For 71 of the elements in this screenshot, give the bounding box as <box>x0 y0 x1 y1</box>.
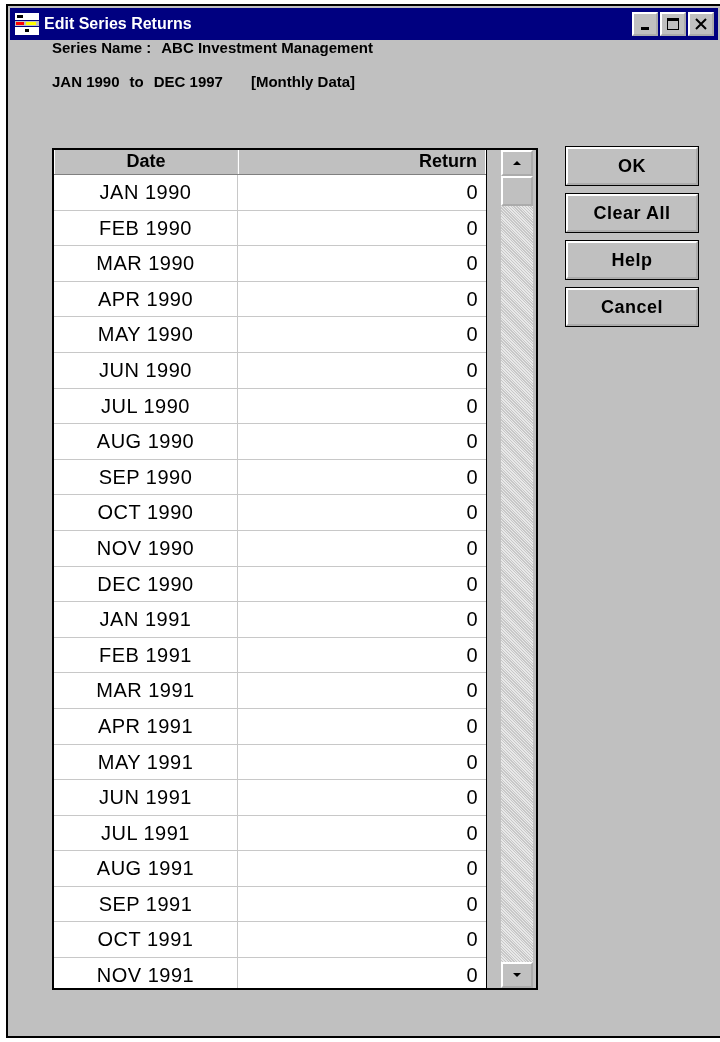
date-cell: APR 1991 <box>54 708 238 744</box>
return-cell[interactable]: 0 <box>238 637 486 673</box>
return-cell[interactable]: 0 <box>238 744 486 780</box>
dialog-button[interactable]: OK <box>566 147 698 185</box>
date-cell: OCT 1991 <box>54 922 238 958</box>
column-header[interactable]: Date <box>54 150 238 174</box>
date-cell: MAY 1990 <box>54 317 238 352</box>
scroll-thumb[interactable] <box>501 176 533 206</box>
return-cell[interactable]: 0 <box>238 388 486 424</box>
date-cell: APR 1990 <box>54 281 238 317</box>
date-cell: JUN 1990 <box>54 352 238 388</box>
return-cell[interactable]: 0 <box>238 708 486 744</box>
return-cell[interactable]: 0 <box>238 424 486 459</box>
return-cell[interactable]: 0 <box>238 175 486 210</box>
maximize-icon <box>666 17 680 31</box>
up-arrow-icon <box>511 159 523 167</box>
date-cell: AUG 1991 <box>54 851 238 886</box>
close-button[interactable] <box>688 12 714 36</box>
date-cell: JAN 1990 <box>54 175 238 210</box>
return-cell[interactable]: 0 <box>238 886 486 922</box>
return-cell[interactable]: 0 <box>238 317 486 352</box>
down-arrow-icon <box>511 971 523 979</box>
return-cell[interactable]: 0 <box>238 958 486 988</box>
scroll-down-button[interactable] <box>501 962 533 988</box>
date-cell: MAY 1991 <box>54 744 238 780</box>
return-cell[interactable]: 0 <box>238 673 486 708</box>
return-cell[interactable]: 0 <box>238 352 486 388</box>
period-end: DEC 1997 <box>153 74 223 90</box>
date-cell: JUL 1990 <box>54 388 238 424</box>
return-cell[interactable]: 0 <box>238 459 486 495</box>
return-cell[interactable]: 0 <box>238 780 486 815</box>
column-header[interactable]: Return <box>238 150 486 174</box>
date-cell: DEC 1990 <box>54 566 238 602</box>
return-cell[interactable]: 0 <box>238 922 486 958</box>
date-cell: OCT 1990 <box>54 495 238 530</box>
dialog-button[interactable]: Help <box>566 241 698 279</box>
date-cell: NOV 1991 <box>54 958 238 988</box>
dialog-button[interactable]: Cancel <box>566 288 698 326</box>
return-cell[interactable]: 0 <box>238 281 486 317</box>
date-cell: SEP 1990 <box>54 459 238 495</box>
return-cell[interactable]: 0 <box>238 210 486 246</box>
date-cell: SEP 1991 <box>54 886 238 922</box>
period-to-label: to <box>129 74 144 90</box>
return-cell[interactable]: 0 <box>238 851 486 886</box>
date-cell: JAN 1991 <box>54 602 238 637</box>
return-cell[interactable]: 0 <box>238 602 486 637</box>
minimize-icon <box>641 26 649 30</box>
app-icon <box>14 12 40 36</box>
data-frequency: [Monthly Data] <box>250 74 356 90</box>
maximize-button[interactable] <box>660 12 686 36</box>
close-icon <box>694 17 708 31</box>
return-cell[interactable]: 0 <box>238 815 486 851</box>
date-cell: MAR 1990 <box>54 246 238 281</box>
period-start: JAN 1990 <box>52 74 120 90</box>
return-cell[interactable]: 0 <box>238 246 486 281</box>
date-cell: MAR 1991 <box>54 673 238 708</box>
scroll-up-button[interactable] <box>501 150 533 176</box>
series-name-value: ABC Investment Management <box>161 40 373 56</box>
minimize-button[interactable] <box>632 12 658 36</box>
date-cell: FEB 1991 <box>54 637 238 673</box>
return-cell[interactable]: 0 <box>238 530 486 566</box>
date-cell: FEB 1990 <box>54 210 238 246</box>
date-cell: JUL 1991 <box>54 815 238 851</box>
series-name-label: Series Name : <box>52 40 152 56</box>
date-cell: AUG 1990 <box>54 424 238 459</box>
return-cell[interactable]: 0 <box>238 566 486 602</box>
date-cell: NOV 1990 <box>54 530 238 566</box>
date-cell: JUN 1991 <box>54 780 238 815</box>
dialog-button[interactable]: Clear All <box>566 194 698 232</box>
return-cell[interactable]: 0 <box>238 495 486 530</box>
window-title: Edit Series Returns <box>44 15 193 33</box>
